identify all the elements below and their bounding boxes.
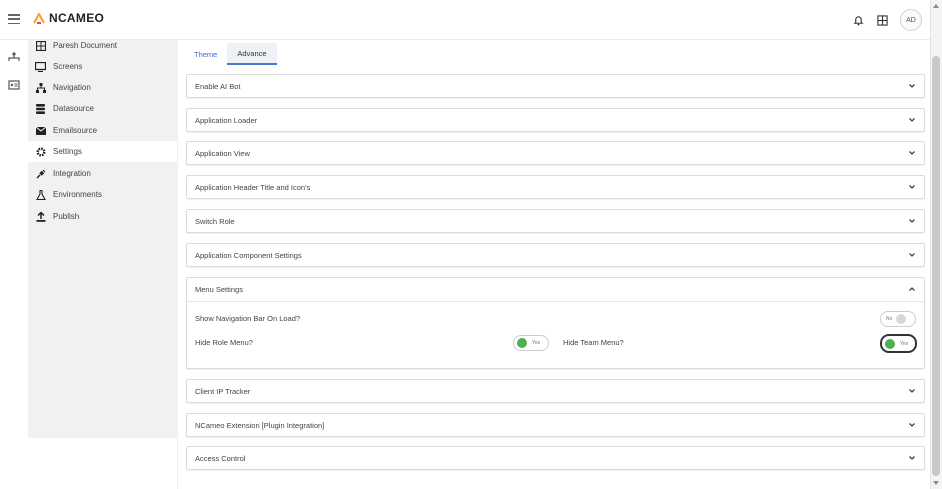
toggle-knob bbox=[885, 338, 895, 349]
avatar[interactable]: AD bbox=[900, 9, 922, 31]
logo: NCAMEO bbox=[32, 11, 104, 25]
logo-mark-icon bbox=[33, 13, 45, 24]
accordion-title: Application Component Settings bbox=[195, 251, 302, 260]
chevron-down-icon bbox=[909, 84, 915, 88]
accordion-application-view[interactable]: Application View bbox=[186, 141, 925, 165]
chevron-down-icon bbox=[909, 423, 915, 427]
sidebar-item-screens[interactable]: Screens bbox=[28, 56, 177, 77]
database-icon bbox=[35, 103, 46, 114]
accordion-ncameo-extension[interactable]: NCameo Extension [Plugin Integration] bbox=[186, 413, 925, 437]
accordion-title: Application Loader bbox=[195, 116, 258, 125]
id-card-icon[interactable] bbox=[8, 78, 20, 90]
settings-tabs: Theme Advance bbox=[184, 43, 277, 65]
accordion-application-loader[interactable]: Application Loader bbox=[186, 108, 925, 132]
accordion-title: Access Control bbox=[195, 454, 246, 463]
upload-icon bbox=[35, 211, 46, 222]
top-header: NCAMEO AD bbox=[0, 0, 930, 40]
sidebar-item-paresh-document[interactable]: Paresh Document bbox=[28, 35, 177, 56]
sidebar-item-label: Datasource bbox=[53, 104, 94, 113]
toggle-knob bbox=[517, 338, 527, 348]
hide-team-menu-toggle[interactable]: Yes bbox=[880, 334, 917, 353]
scrollbar-thumb[interactable] bbox=[932, 56, 940, 476]
menu-icon[interactable] bbox=[8, 14, 20, 24]
workflow-icon[interactable] bbox=[8, 50, 20, 62]
sidebar-item-integration[interactable]: Integration bbox=[28, 163, 177, 184]
sidebar-item-publish[interactable]: Publish bbox=[28, 206, 177, 227]
sitemap-icon bbox=[35, 82, 46, 93]
envelope-icon bbox=[35, 125, 46, 136]
chevron-down-icon bbox=[909, 151, 915, 155]
accordion-title: NCameo Extension [Plugin Integration] bbox=[195, 421, 325, 430]
monitor-icon bbox=[35, 61, 46, 72]
chevron-down-icon bbox=[909, 389, 915, 393]
plug-icon bbox=[35, 168, 46, 179]
toggle-knob bbox=[896, 314, 907, 324]
sidebar-item-emailsource[interactable]: Emailsource bbox=[28, 120, 177, 141]
sidebar-item-environments[interactable]: Environments bbox=[28, 184, 177, 205]
accordion-title: Application Header Title and Icon's bbox=[195, 183, 311, 192]
accordion-client-ip-tracker[interactable]: Client IP Tracker bbox=[186, 379, 925, 403]
logo-text: NCAMEO bbox=[49, 11, 105, 25]
sidebar-item-label: Publish bbox=[53, 212, 80, 221]
scroll-up-arrow[interactable] bbox=[933, 4, 939, 8]
accordion-title: Application View bbox=[195, 149, 250, 158]
sidebar-item-label: Environments bbox=[53, 190, 102, 199]
chevron-down-icon bbox=[909, 219, 915, 223]
accordion-enable-ai-bot[interactable]: Enable AI Bot bbox=[186, 74, 925, 98]
page-scrollbar[interactable] bbox=[930, 0, 942, 489]
sidebar-item-label: Paresh Document bbox=[53, 41, 118, 50]
accordion-application-header-title[interactable]: Application Header Title and Icon's bbox=[186, 175, 925, 199]
grid-icon[interactable] bbox=[876, 14, 888, 26]
accordion-header[interactable]: Menu Settings bbox=[187, 278, 924, 302]
show-nav-bar-label: Show Navigation Bar On Load? bbox=[195, 314, 301, 323]
toggle-text: Yes bbox=[900, 340, 909, 347]
hide-role-menu-label: Hide Role Menu? bbox=[195, 338, 253, 347]
tab-theme[interactable]: Theme bbox=[184, 43, 227, 65]
accordion-title: Enable AI Bot bbox=[195, 82, 241, 91]
accordion-application-component-settings[interactable]: Application Component Settings bbox=[186, 243, 925, 267]
main-content: Theme Advance Enable AI Bot Application … bbox=[177, 40, 930, 489]
chevron-down-icon bbox=[909, 456, 915, 460]
chevron-up-icon bbox=[909, 287, 915, 291]
toggle-text: No bbox=[886, 316, 893, 322]
accordion-access-control[interactable]: Access Control bbox=[186, 446, 925, 470]
sidebar-item-datasource[interactable]: Datasource bbox=[28, 98, 177, 119]
accordion-title: Switch Role bbox=[195, 217, 235, 226]
bell-icon[interactable] bbox=[852, 14, 864, 26]
grid-icon bbox=[35, 40, 46, 51]
sidebar-item-label: Integration bbox=[53, 169, 91, 178]
accordion-title: Menu Settings bbox=[195, 285, 243, 294]
accordion-title: Client IP Tracker bbox=[195, 387, 251, 396]
sidebar-item-label: Settings bbox=[53, 147, 82, 156]
tab-advance[interactable]: Advance bbox=[227, 43, 277, 65]
chevron-down-icon bbox=[909, 118, 915, 122]
chevron-down-icon bbox=[909, 253, 915, 257]
toggle-text: Yes bbox=[532, 340, 541, 346]
flask-icon bbox=[35, 189, 46, 200]
sidebar-item-navigation[interactable]: Navigation bbox=[28, 77, 177, 98]
gear-icon bbox=[35, 146, 46, 157]
show-nav-bar-toggle[interactable]: No bbox=[880, 311, 916, 327]
chevron-down-icon bbox=[909, 185, 915, 189]
sidebar-item-settings[interactable]: Settings bbox=[28, 141, 177, 162]
left-rail bbox=[0, 40, 28, 489]
sidebar-item-label: Screens bbox=[53, 62, 83, 71]
scroll-down-arrow[interactable] bbox=[933, 481, 939, 485]
sidebar-item-label: Navigation bbox=[53, 83, 91, 92]
accordion-switch-role[interactable]: Switch Role bbox=[186, 209, 925, 233]
sidebar-item-label: Emailsource bbox=[53, 126, 98, 135]
hide-role-menu-toggle[interactable]: Yes bbox=[513, 335, 549, 351]
hide-team-menu-label: Hide Team Menu? bbox=[563, 338, 624, 347]
accordion-menu-settings: Menu Settings Show Navigation Bar On Loa… bbox=[186, 277, 925, 369]
sidebar: Paresh Document Screens Navigation Datas… bbox=[28, 40, 177, 438]
